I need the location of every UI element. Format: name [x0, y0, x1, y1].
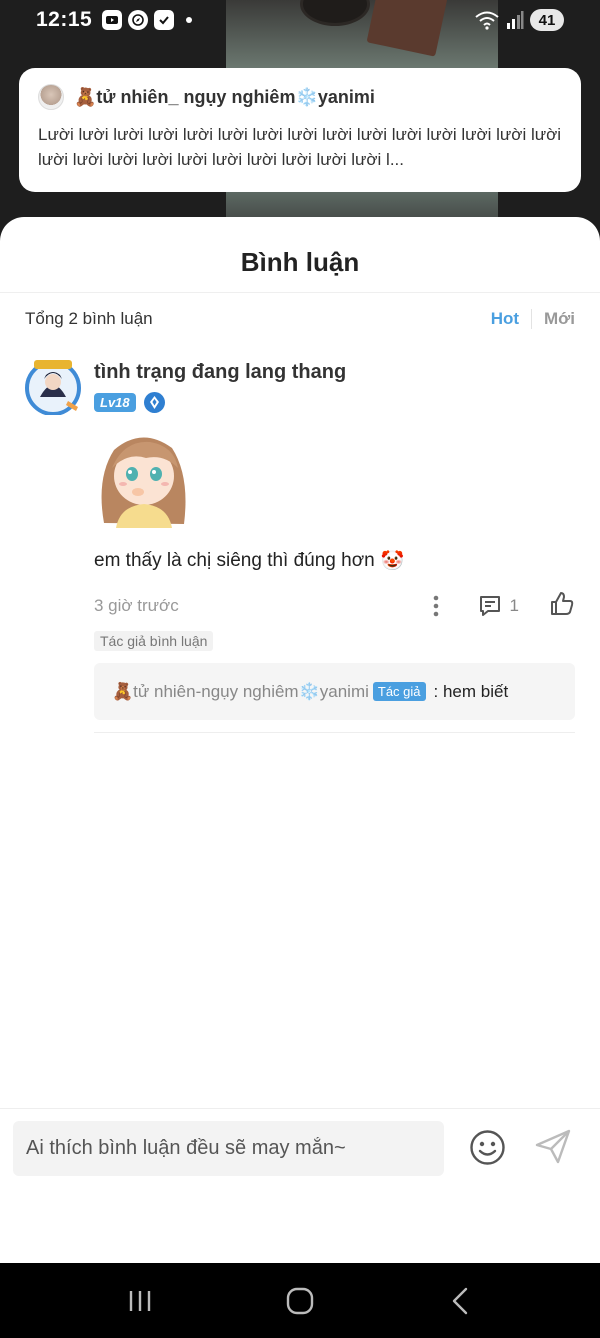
comment-item: tình trạng đang lang thang Lv18 em thấy …	[0, 345, 600, 733]
comment-text: em thấy là chị siêng thì đúng hơn	[94, 550, 375, 571]
reply-count: 1	[509, 596, 519, 615]
divider	[94, 732, 575, 733]
dot-icon	[186, 17, 193, 23]
reply-author-name[interactable]: 🧸tử nhiên-ngụy nghiêm❄️yanimi	[112, 682, 369, 702]
vertical-dots-icon	[433, 595, 438, 617]
comment-input-bar	[0, 1108, 600, 1263]
comments-summary-row: Tổng 2 bình luận Hot Mới	[0, 293, 600, 345]
emoji-icon[interactable]	[469, 1129, 506, 1166]
notification-icons	[102, 10, 193, 30]
wifi-icon	[475, 11, 499, 30]
checkbox-icon	[154, 10, 175, 30]
comment-count: Tổng 2 bình luận	[25, 309, 153, 328]
system-icons: 41	[474, 9, 564, 31]
send-icon[interactable]	[534, 1129, 572, 1165]
post-author-avatar[interactable]	[38, 84, 64, 110]
more-options-button[interactable]	[424, 591, 448, 621]
sort-tab-new[interactable]: Mới	[544, 309, 575, 329]
reply-text: : hem biết	[433, 681, 509, 701]
comments-sheet: Bình luận Tổng 2 bình luận Hot Mới tình …	[0, 217, 600, 1263]
comment-author-tag: Tác giả bình luận	[94, 631, 214, 651]
sort-tabs: Hot Mới	[491, 309, 575, 329]
home-button[interactable]	[270, 1281, 330, 1321]
post-text: Lười lười lười lười lười lười lười lười …	[38, 125, 562, 169]
commenter-avatar[interactable]	[20, 357, 86, 415]
comment-icon	[479, 596, 500, 616]
reply-preview[interactable]: 🧸tử nhiên-ngụy nghiêm❄️yanimi Tác giả : …	[94, 663, 575, 720]
navigation-bar	[0, 1263, 600, 1338]
anime-girl-sticker	[101, 437, 186, 528]
signal-icon	[507, 11, 524, 29]
thumbs-up-icon	[551, 591, 574, 615]
recent-apps-icon	[129, 1290, 151, 1311]
level-badge: Lv18	[94, 393, 136, 412]
back-icon	[452, 1287, 468, 1314]
recent-apps-button[interactable]	[110, 1281, 170, 1321]
comment-input[interactable]	[13, 1121, 444, 1176]
reply-button[interactable]: 1	[478, 594, 519, 618]
sheet-title: Bình luận	[240, 247, 360, 277]
sort-tab-hot[interactable]: Hot	[491, 309, 519, 329]
vip-diamond-icon	[143, 392, 165, 413]
comment-timestamp: 3 giờ trước	[94, 596, 179, 615]
compass-icon	[128, 10, 149, 30]
back-button[interactable]	[430, 1281, 490, 1321]
post-preview-card[interactable]: 🧸tử nhiên_ ngụy nghiêm❄️yanimi Lười lười…	[19, 68, 581, 192]
clown-emoji: 🤡	[380, 551, 405, 572]
author-badge: Tác giả	[372, 682, 426, 701]
like-button[interactable]	[549, 591, 575, 622]
divider	[531, 309, 533, 329]
status-time: 12:15	[36, 8, 93, 31]
commenter-name[interactable]: tình trạng đang lang thang	[94, 345, 575, 384]
post-author-name[interactable]: 🧸tử nhiên_ ngụy nghiêm❄️yanimi	[74, 87, 375, 108]
status-bar: 12:15 41	[0, 0, 600, 40]
youtube-icon	[102, 10, 123, 30]
battery-indicator: 41	[530, 9, 564, 31]
home-icon	[286, 1287, 314, 1314]
